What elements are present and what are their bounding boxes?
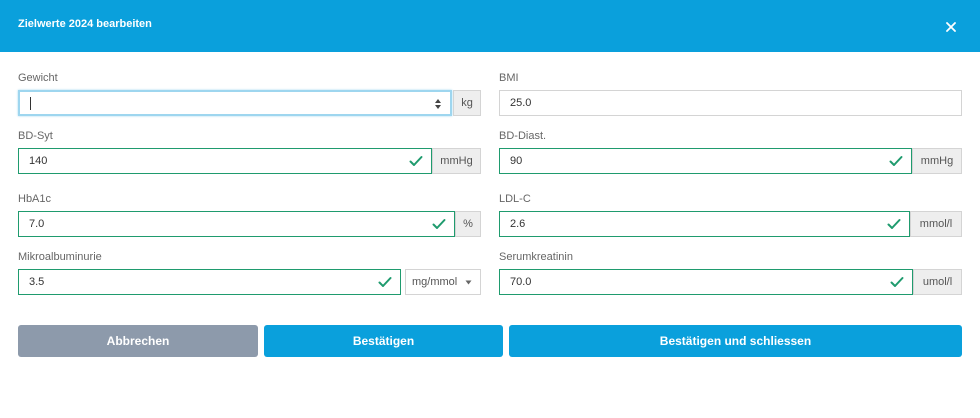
gewicht-input[interactable]: [18, 90, 452, 116]
bd-diast-input[interactable]: 90: [499, 148, 912, 174]
mikroalbuminurie-value: 3.5: [29, 276, 45, 288]
bmi-label: BMI: [499, 72, 519, 84]
bmi-value: 25.0: [510, 97, 532, 109]
check-icon: [409, 156, 423, 166]
bd-diast-label: BD-Diast.: [499, 130, 547, 142]
hba1c-value: 7.0: [29, 218, 45, 230]
hba1c-input[interactable]: 7.0: [18, 211, 455, 237]
confirm-button[interactable]: Bestätigen: [264, 325, 503, 357]
ldl-c-unit: mmol/l: [910, 211, 962, 237]
check-icon: [890, 277, 904, 287]
check-icon: [432, 219, 446, 229]
dialog-title: Zielwerte 2024 bearbeiten: [18, 18, 152, 30]
bd-syt-label: BD-Syt: [18, 130, 53, 142]
number-spinner-icon[interactable]: [434, 98, 442, 110]
hba1c-unit: %: [455, 211, 481, 237]
cancel-button[interactable]: Abbrechen: [18, 325, 258, 357]
mikroalbuminurie-unit-select[interactable]: mg/mmol: [405, 269, 481, 295]
serumkreatinin-label: Serumkreatinin: [499, 251, 573, 263]
bd-diast-value: 90: [510, 155, 523, 167]
mikroalbuminurie-input[interactable]: 3.5: [18, 269, 401, 295]
check-icon: [378, 277, 392, 287]
serumkreatinin-input[interactable]: 70.0: [499, 269, 913, 295]
check-icon: [889, 156, 903, 166]
text-cursor: [30, 97, 31, 110]
caret-down-icon: [465, 280, 472, 285]
bd-diast-unit: mmHg: [912, 148, 962, 174]
bd-syt-value: 140: [29, 155, 48, 167]
ldl-c-label: LDL-C: [499, 193, 531, 205]
gewicht-unit: kg: [453, 90, 481, 116]
bd-syt-input[interactable]: 140: [18, 148, 432, 174]
ldl-c-value: 2.6: [510, 218, 526, 230]
mikroalbuminurie-label: Mikroalbuminurie: [18, 251, 102, 263]
close-icon[interactable]: [940, 16, 962, 38]
dialog-header: Zielwerte 2024 bearbeiten: [0, 0, 980, 52]
check-icon: [887, 219, 901, 229]
bd-syt-unit: mmHg: [432, 148, 481, 174]
ldl-c-input[interactable]: 2.6: [499, 211, 910, 237]
mikroalbuminurie-unit: mg/mmol: [412, 276, 458, 288]
serumkreatinin-value: 70.0: [510, 276, 532, 288]
hba1c-label: HbA1c: [18, 193, 52, 205]
confirm-and-close-button[interactable]: Bestätigen und schliessen: [509, 325, 962, 357]
serumkreatinin-unit: umol/l: [913, 269, 962, 295]
gewicht-label: Gewicht: [18, 72, 58, 84]
bmi-input[interactable]: 25.0: [499, 90, 962, 116]
